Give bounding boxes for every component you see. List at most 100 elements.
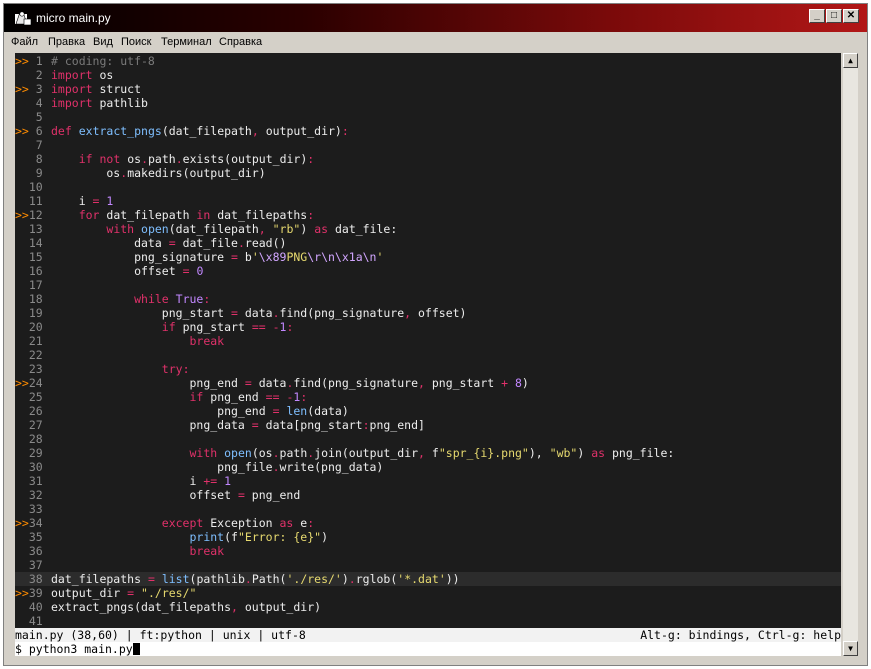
scroll-track[interactable] xyxy=(843,68,858,641)
code-line[interactable]: >> 6 def extract_pngs(dat_filepath, outp… xyxy=(15,124,841,138)
line-number: 41 xyxy=(15,614,50,628)
code-line[interactable]: >>39 output_dir = "./res/" xyxy=(15,586,841,600)
code-token: : xyxy=(362,418,370,432)
code-token: 0 xyxy=(196,264,204,278)
menu-terminal[interactable]: Терминал xyxy=(161,36,212,48)
shell-prompt-line[interactable]: $ python3 main.py xyxy=(15,642,841,656)
line-number: 30 xyxy=(15,460,50,474)
scroll-up-button[interactable]: ▲ xyxy=(843,53,858,68)
code-line[interactable]: 30 png_file.write(png_data) xyxy=(15,460,841,474)
code-line[interactable]: 32 offset = png_end xyxy=(15,488,841,502)
code-token: PNG xyxy=(286,250,308,264)
code-line[interactable]: 26 png_end = len(data) xyxy=(15,404,841,418)
code-line[interactable]: 38 dat_filepaths = list(pathlib.Path('./… xyxy=(15,572,841,586)
code-token: dat_filepath xyxy=(99,208,197,222)
minimize-button[interactable]: _ xyxy=(809,9,825,23)
code-line[interactable]: 9 os.makedirs(output_dir) xyxy=(15,166,841,180)
code-token: b xyxy=(237,250,252,264)
code-line[interactable]: 5 xyxy=(15,110,841,124)
code-line[interactable]: >> 1 # coding: utf-8 xyxy=(15,54,841,68)
code-token: as xyxy=(591,446,606,460)
code-line[interactable]: 13 with open(dat_filepath, "rb") as dat_… xyxy=(15,222,841,236)
scroll-down-button[interactable]: ▼ xyxy=(843,641,858,656)
code-line[interactable]: >>12 for dat_filepath in dat_filepaths: xyxy=(15,208,841,222)
maximize-button[interactable]: □ xyxy=(826,9,842,23)
code-token: import xyxy=(51,96,93,110)
menu-view[interactable]: Вид xyxy=(93,36,113,48)
line-number: 10 xyxy=(15,180,50,194)
menu-edit[interactable]: Правка xyxy=(48,36,85,48)
code-line[interactable]: 31 i += 1 xyxy=(15,474,841,488)
code-token: + xyxy=(501,376,509,390)
terminal-app-icon xyxy=(15,11,32,26)
code-line[interactable]: 40 extract_pngs(dat_filepaths, output_di… xyxy=(15,600,841,614)
code-token: "spr_{i}.png" xyxy=(438,446,529,460)
code-token: == xyxy=(251,320,266,334)
code-token: join(output_dir xyxy=(314,446,419,460)
line-gutter: 8 xyxy=(15,152,51,166)
code-line[interactable]: 10 xyxy=(15,180,841,194)
code-token: png_file: xyxy=(605,446,675,460)
code-line[interactable]: 16 offset = 0 xyxy=(15,264,841,278)
code-line[interactable]: 33 xyxy=(15,502,841,516)
line-gutter: 16 xyxy=(15,264,51,278)
code-line[interactable]: 29 with open(os.path.join(output_dir, f"… xyxy=(15,446,841,460)
code-line[interactable]: 37 xyxy=(15,558,841,572)
code-token: = xyxy=(168,236,176,250)
code-token: : xyxy=(307,516,315,530)
code-token: = xyxy=(244,376,252,390)
line-number: 26 xyxy=(15,404,50,418)
line-gutter: 40 xyxy=(15,600,51,614)
code-token: as xyxy=(314,222,329,236)
line-number: 9 xyxy=(15,166,50,180)
code-line[interactable]: 35 print(f"Error: {e}") xyxy=(15,530,841,544)
code-line[interactable]: 25 if png_end == -1: xyxy=(15,390,841,404)
code-token: : xyxy=(307,208,315,222)
line-gutter: >> 6 xyxy=(15,124,51,138)
status-keybindings: Alt-g: bindings, Ctrl-g: help xyxy=(640,628,841,642)
code-token: i xyxy=(51,474,204,488)
code-line[interactable]: 22 xyxy=(15,348,841,362)
vertical-scrollbar[interactable]: ▲ ▼ xyxy=(843,53,858,656)
code-line[interactable]: 36 break xyxy=(15,544,841,558)
code-line[interactable]: 20 if png_start == -1: xyxy=(15,320,841,334)
code-line[interactable]: 14 data = dat_file.read() xyxy=(15,236,841,250)
code-token: os xyxy=(51,166,121,180)
code-token: break xyxy=(189,544,225,558)
menu-search[interactable]: Поиск xyxy=(121,36,151,48)
code-line[interactable]: 28 xyxy=(15,432,841,446)
code-line[interactable]: 17 xyxy=(15,278,841,292)
code-line[interactable]: 7 xyxy=(15,138,841,152)
code-line[interactable]: 41 xyxy=(15,614,841,628)
code-token: with xyxy=(189,446,218,460)
code-line[interactable]: 19 png_start = data.find(png_signature, … xyxy=(15,306,841,320)
code-line[interactable]: 21 break xyxy=(15,334,841,348)
code-line[interactable]: 18 while True: xyxy=(15,292,841,306)
code-line[interactable]: 2 import os xyxy=(15,68,841,82)
code-line[interactable]: 8 if not os.path.exists(output_dir): xyxy=(15,152,841,166)
close-button[interactable]: ✕ xyxy=(843,9,859,23)
code-line[interactable]: 11 i = 1 xyxy=(15,194,841,208)
title-bar[interactable]: micro main.py _ □ ✕ xyxy=(4,4,867,32)
code-line[interactable]: 27 png_data = data[png_start:png_end] xyxy=(15,418,841,432)
code-token: if xyxy=(161,320,176,334)
terminal-area[interactable]: >> 1 # coding: utf-8 2 import os >> 3 imp… xyxy=(15,53,841,656)
code-token: dat_filepaths xyxy=(210,208,308,222)
line-gutter: 32 xyxy=(15,488,51,502)
code-token: . xyxy=(175,152,183,166)
menu-help[interactable]: Справка xyxy=(219,36,262,48)
menu-file[interactable]: Файл xyxy=(11,36,38,48)
line-number: 8 xyxy=(15,152,50,166)
code-line[interactable]: 15 png_signature = b'\x89PNG\r\n\x1a\n' xyxy=(15,250,841,264)
code-line[interactable]: >>24 png_end = data.find(png_signature, … xyxy=(15,376,841,390)
code-line[interactable]: 4 import pathlib xyxy=(15,96,841,110)
code-line[interactable]: >>34 except Exception as e: xyxy=(15,516,841,530)
code-token: dat_file: xyxy=(328,222,398,236)
code-token: data xyxy=(251,376,287,390)
code-line[interactable]: >> 3 import struct xyxy=(15,82,841,96)
code-token: as xyxy=(279,516,294,530)
code-token: in xyxy=(196,208,211,222)
code-line[interactable]: 23 try: xyxy=(15,362,841,376)
